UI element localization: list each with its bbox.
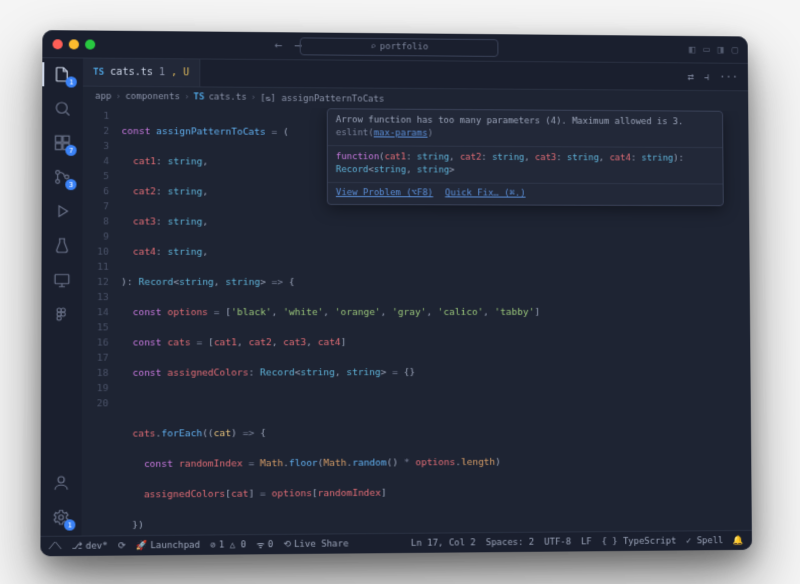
extensions-icon[interactable]: 7 — [52, 133, 72, 153]
layout-panel-icon[interactable]: ▭ — [703, 43, 710, 56]
ports-status[interactable]: ᯤ0 — [256, 538, 273, 551]
error-icon: ⊘ — [210, 540, 216, 550]
hover-tooltip: Arrow function has too many parameters (… — [327, 108, 724, 206]
problems-status[interactable]: ⊘1 △ 0 — [210, 540, 246, 550]
breadcrumb-seg-app[interactable]: app — [95, 92, 112, 102]
indentation-status[interactable]: Spaces: 2 — [486, 537, 535, 547]
titlebar-actions: ◧ ▭ ◨ ▢ — [689, 43, 738, 56]
scm-badge: 3 — [65, 179, 76, 190]
remote-indicator[interactable]: ⟋⟍ — [49, 541, 62, 551]
figma-icon[interactable] — [52, 304, 73, 324]
rocket-icon: 🚀 — [136, 541, 147, 551]
source-control-icon[interactable]: 3 — [52, 167, 72, 187]
tab-filename: cats.ts — [110, 67, 153, 78]
remote-icon: ⟋⟍ — [49, 541, 62, 551]
encoding-status[interactable]: UTF-8 — [544, 537, 571, 547]
sync-icon: ⟳ — [118, 541, 126, 551]
traffic-lights — [53, 39, 96, 49]
tab-cats-ts[interactable]: TS cats.ts 1 , U — [83, 59, 201, 87]
breadcrumb-seg-file[interactable]: cats.ts — [209, 92, 247, 102]
search-placeholder: portfolio — [380, 42, 428, 52]
hover-diagnostic: Arrow function has too many parameters (… — [328, 109, 723, 148]
tab-modified-indicator: , U — [171, 67, 189, 78]
hover-actions: View Problem (⌥F8) Quick Fix… (⌘.) — [328, 183, 723, 205]
breadcrumb-seg-symbol[interactable]: [ᴓ] assignPatternToCats — [260, 92, 384, 104]
minimize-button[interactable] — [69, 39, 79, 49]
git-branch[interactable]: ⎇dev* — [72, 541, 108, 552]
cursor-position[interactable]: Ln 17, Col 2 — [411, 538, 476, 549]
eol-status[interactable]: LF — [581, 537, 592, 547]
remote-icon[interactable] — [52, 270, 72, 290]
split-editor-icon[interactable]: ⫞ — [704, 70, 709, 84]
nav-back-icon[interactable]: ← — [275, 38, 283, 53]
breadcrumb-seg-components[interactable]: components — [125, 92, 180, 102]
workbench-body: 1 7 3 — [40, 58, 751, 536]
more-actions-icon[interactable]: ··· — [719, 70, 738, 84]
language-mode[interactable]: { } TypeScript — [602, 536, 677, 547]
testing-icon[interactable] — [52, 235, 72, 255]
settings-icon[interactable]: 1 — [51, 507, 72, 528]
settings-badge: 1 — [64, 519, 75, 530]
quick-fix-button[interactable]: Quick Fix… (⌘.) — [445, 187, 526, 200]
extensions-badge: 7 — [65, 145, 76, 156]
eslint-rule-link[interactable]: max-params — [374, 128, 428, 138]
hover-diagnostic-text: Arrow function has too many parameters (… — [336, 115, 684, 127]
accounts-icon[interactable] — [51, 472, 72, 492]
command-center[interactable]: ⌕ portfolio — [300, 37, 499, 57]
chevron-right-icon: › — [184, 92, 189, 102]
search-activity-icon[interactable] — [52, 98, 72, 118]
branch-icon: ⎇ — [72, 541, 83, 551]
activity-bar: 1 7 3 — [40, 58, 83, 536]
explorer-icon[interactable]: 1 — [52, 64, 72, 84]
antenna-icon: ᯤ — [256, 538, 264, 551]
line-number-gutter: 1234567891011121314151617181920 — [82, 107, 118, 536]
maximize-button[interactable] — [85, 39, 95, 49]
vscode-window: ← → ⌕ portfolio ◧ ▭ ◨ ▢ 1 7 — [40, 30, 752, 556]
view-problem-button[interactable]: View Problem (⌥F8) — [336, 187, 433, 200]
tab-actions: ⇄ ⫞ ··· — [688, 70, 748, 84]
liveshare-icon: ⟲ — [283, 539, 291, 549]
live-share[interactable]: ⟲Live Share — [283, 539, 348, 550]
nav-arrows: ← → — [275, 38, 303, 53]
layout-customize-icon[interactable]: ▢ — [732, 43, 739, 56]
notifications-icon[interactable]: 🔔 — [733, 535, 744, 545]
close-button[interactable] — [53, 39, 63, 49]
search-icon: ⌕ — [370, 41, 375, 51]
hover-signature: function(cat1: string, cat2: string, cat… — [328, 146, 723, 184]
spell-check[interactable]: ✓ Spell — [686, 536, 723, 546]
git-sync[interactable]: ⟳ — [118, 541, 126, 551]
layout-sidebar-left-icon[interactable]: ◧ — [689, 43, 696, 56]
code-editor[interactable]: 1234567891011121314151617181920 const as… — [82, 107, 752, 536]
launchpad[interactable]: 🚀Launchpad — [136, 540, 200, 551]
typescript-file-icon: TS — [93, 67, 104, 77]
tab-problems-count: 1 — [159, 67, 165, 78]
explorer-badge: 1 — [66, 76, 77, 87]
chevron-right-icon: › — [116, 92, 122, 102]
typescript-file-icon: TS — [194, 92, 205, 102]
layout-sidebar-right-icon[interactable]: ◨ — [717, 43, 724, 56]
chevron-right-icon: › — [251, 93, 256, 103]
compare-icon[interactable]: ⇄ — [688, 70, 695, 84]
editor-group: TS cats.ts 1 , U ⇄ ⫞ ··· app › component… — [82, 59, 752, 536]
run-debug-icon[interactable] — [52, 201, 72, 221]
